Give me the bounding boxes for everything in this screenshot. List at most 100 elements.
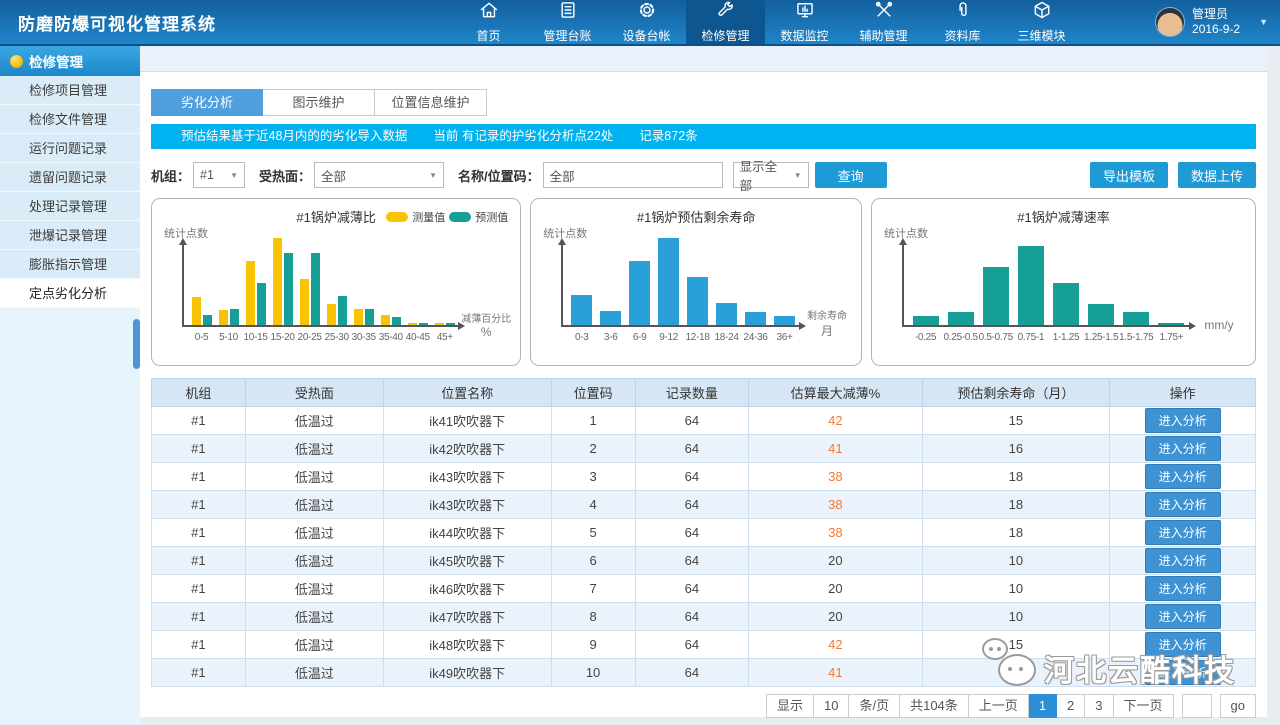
- column-header: 操作: [1110, 379, 1256, 407]
- category-label: 10-15: [242, 332, 269, 343]
- tab-1[interactable]: 劣化分析: [151, 89, 263, 116]
- nav-item-5[interactable]: 数据监控: [765, 0, 844, 44]
- page-number-3[interactable]: 3: [1085, 694, 1113, 718]
- sidebar-item-4[interactable]: 遗留问题记录: [0, 163, 140, 192]
- sidebar-item-2[interactable]: 检修文件管理: [0, 105, 140, 134]
- page-number-1[interactable]: 1: [1029, 694, 1057, 718]
- table-cell: ik47吹吹器下: [383, 603, 551, 631]
- unit-select-value: #1: [200, 168, 214, 182]
- bar: [203, 315, 212, 325]
- enter-analysis-button[interactable]: 进入分析: [1145, 632, 1221, 657]
- table-cell: #1: [152, 659, 246, 687]
- surface-select[interactable]: 全部▼: [314, 162, 444, 188]
- sidebar-item-3[interactable]: 运行问题记录: [0, 134, 140, 163]
- enter-analysis-button[interactable]: 进入分析: [1145, 604, 1221, 629]
- nav-item-7[interactable]: 资料库: [923, 0, 1002, 44]
- query-button[interactable]: 查询: [815, 162, 887, 188]
- enter-analysis-button[interactable]: 进入分析: [1145, 660, 1221, 685]
- name-code-input[interactable]: [543, 162, 723, 188]
- nav-item-4[interactable]: 检修管理: [686, 0, 765, 44]
- prev-page-button[interactable]: 上一页: [969, 694, 1029, 718]
- sidebar-item-6[interactable]: 泄爆记录管理: [0, 221, 140, 250]
- bar: [327, 304, 336, 325]
- category-labels: 0-55-1010-1515-2020-2525-3030-3535-4040-…: [188, 332, 458, 343]
- main-area: 劣化分析图示维护位置信息维护 预估结果基于近48月内的的劣化导入数据当前 有记录…: [140, 46, 1267, 717]
- bar-group-6-9: [625, 261, 654, 325]
- table-cell: 18: [922, 463, 1110, 491]
- chart-plot: 统计点数 0-55-1010-1515-2020-2525-3030-3535-…: [164, 225, 514, 359]
- tab-2[interactable]: 图示维护: [263, 89, 375, 116]
- nav-item-3[interactable]: 设备台帐: [607, 0, 686, 44]
- bar: [1088, 304, 1114, 325]
- yellow-dot-icon: [10, 55, 23, 68]
- table-cell: #1: [152, 519, 246, 547]
- bars: [567, 238, 799, 325]
- bar: [913, 316, 939, 325]
- chart-panel-2: #1锅炉预估剩余寿命 统计点数 0-33-66-99-1212-1818-242…: [530, 198, 862, 366]
- goto-page-input[interactable]: [1182, 694, 1212, 718]
- data-upload-button[interactable]: 数据上传: [1178, 162, 1256, 188]
- display-select[interactable]: 显示全部▼: [733, 162, 809, 188]
- sidebar-item-1[interactable]: 检修项目管理: [0, 76, 140, 105]
- nav-item-8[interactable]: 三维模块: [1002, 0, 1081, 44]
- bars: [908, 246, 1189, 325]
- category-label: 1.5-1.75: [1119, 332, 1154, 343]
- user-avatar: [1155, 7, 1185, 37]
- page-number-2[interactable]: 2: [1057, 694, 1085, 718]
- sidebar-header[interactable]: 检修管理: [0, 46, 140, 76]
- bars: [188, 238, 458, 325]
- user-block[interactable]: 管理员 2016-9-2 ▼: [1155, 0, 1272, 44]
- page-size-select[interactable]: 10: [814, 694, 849, 718]
- category-label: 0.75-1: [1013, 332, 1048, 343]
- bar-group-35-40: [377, 315, 404, 325]
- tab-3[interactable]: 位置信息维护: [375, 89, 487, 116]
- legend-label: 测量值: [412, 209, 445, 225]
- enter-analysis-button[interactable]: 进入分析: [1145, 436, 1221, 461]
- category-label: 20-25: [296, 332, 323, 343]
- table-cell: 16: [922, 659, 1110, 687]
- nav-item-1[interactable]: 首页: [449, 0, 528, 44]
- sidebar-header-label: 检修管理: [29, 51, 83, 71]
- table-cell: 低温过: [245, 547, 383, 575]
- export-template-button[interactable]: 导出模板: [1090, 162, 1168, 188]
- table-row: #1低温过ik46吹吹器下7642010进入分析: [152, 575, 1256, 603]
- table-row: #1低温过ik43吹吹器下4643818进入分析: [152, 491, 1256, 519]
- enter-analysis-button[interactable]: 进入分析: [1145, 520, 1221, 545]
- enter-analysis-button[interactable]: 进入分析: [1145, 576, 1221, 601]
- table-cell: 16: [922, 435, 1110, 463]
- table-cell: 7: [551, 575, 635, 603]
- enter-analysis-button[interactable]: 进入分析: [1145, 492, 1221, 517]
- bar: [658, 238, 679, 325]
- table-cell: 18: [922, 519, 1110, 547]
- table-cell: 10: [922, 575, 1110, 603]
- bar-group-36+: [770, 316, 799, 325]
- sidebar: 检修管理 检修项目管理检修文件管理运行问题记录遗留问题记录处理记录管理泄爆记录管…: [0, 46, 140, 725]
- table-cell: 20: [749, 547, 922, 575]
- next-page-button[interactable]: 下一页: [1114, 694, 1174, 718]
- table-row: #1低温过ik49吹吹器下10644116进入分析: [152, 659, 1256, 687]
- enter-analysis-button[interactable]: 进入分析: [1145, 548, 1221, 573]
- bar: [354, 309, 363, 325]
- go-button[interactable]: go: [1220, 694, 1256, 718]
- sidebar-item-7[interactable]: 膨胀指示管理: [0, 250, 140, 279]
- category-label: 0.25-0.5: [943, 332, 978, 343]
- enter-analysis-button[interactable]: 进入分析: [1145, 464, 1221, 489]
- nav-item-6[interactable]: 辅助管理: [844, 0, 923, 44]
- tab-bar: 劣化分析图示维护位置信息维护: [151, 89, 1256, 116]
- table-cell: #1: [152, 491, 246, 519]
- sidebar-item-5[interactable]: 处理记录管理: [0, 192, 140, 221]
- bar-group-0.25-0.5: [943, 312, 978, 325]
- bar-group-18-24: [712, 303, 741, 325]
- unit-select[interactable]: #1▼: [193, 162, 245, 188]
- table-cell: 42: [749, 631, 922, 659]
- chevron-down-icon[interactable]: ▼: [1259, 17, 1268, 27]
- column-header: 机组: [152, 379, 246, 407]
- category-label: 18-24: [712, 332, 741, 343]
- enter-analysis-button[interactable]: 进入分析: [1145, 408, 1221, 433]
- bar-group-0-5: [188, 297, 215, 325]
- nav-item-label: 辅助管理: [859, 27, 907, 44]
- sidebar-item-8[interactable]: 定点劣化分析: [0, 279, 140, 308]
- table-cell: 64: [635, 575, 749, 603]
- sidebar-scrollbar-thumb[interactable]: [133, 319, 140, 369]
- nav-item-2[interactable]: 管理台账: [528, 0, 607, 44]
